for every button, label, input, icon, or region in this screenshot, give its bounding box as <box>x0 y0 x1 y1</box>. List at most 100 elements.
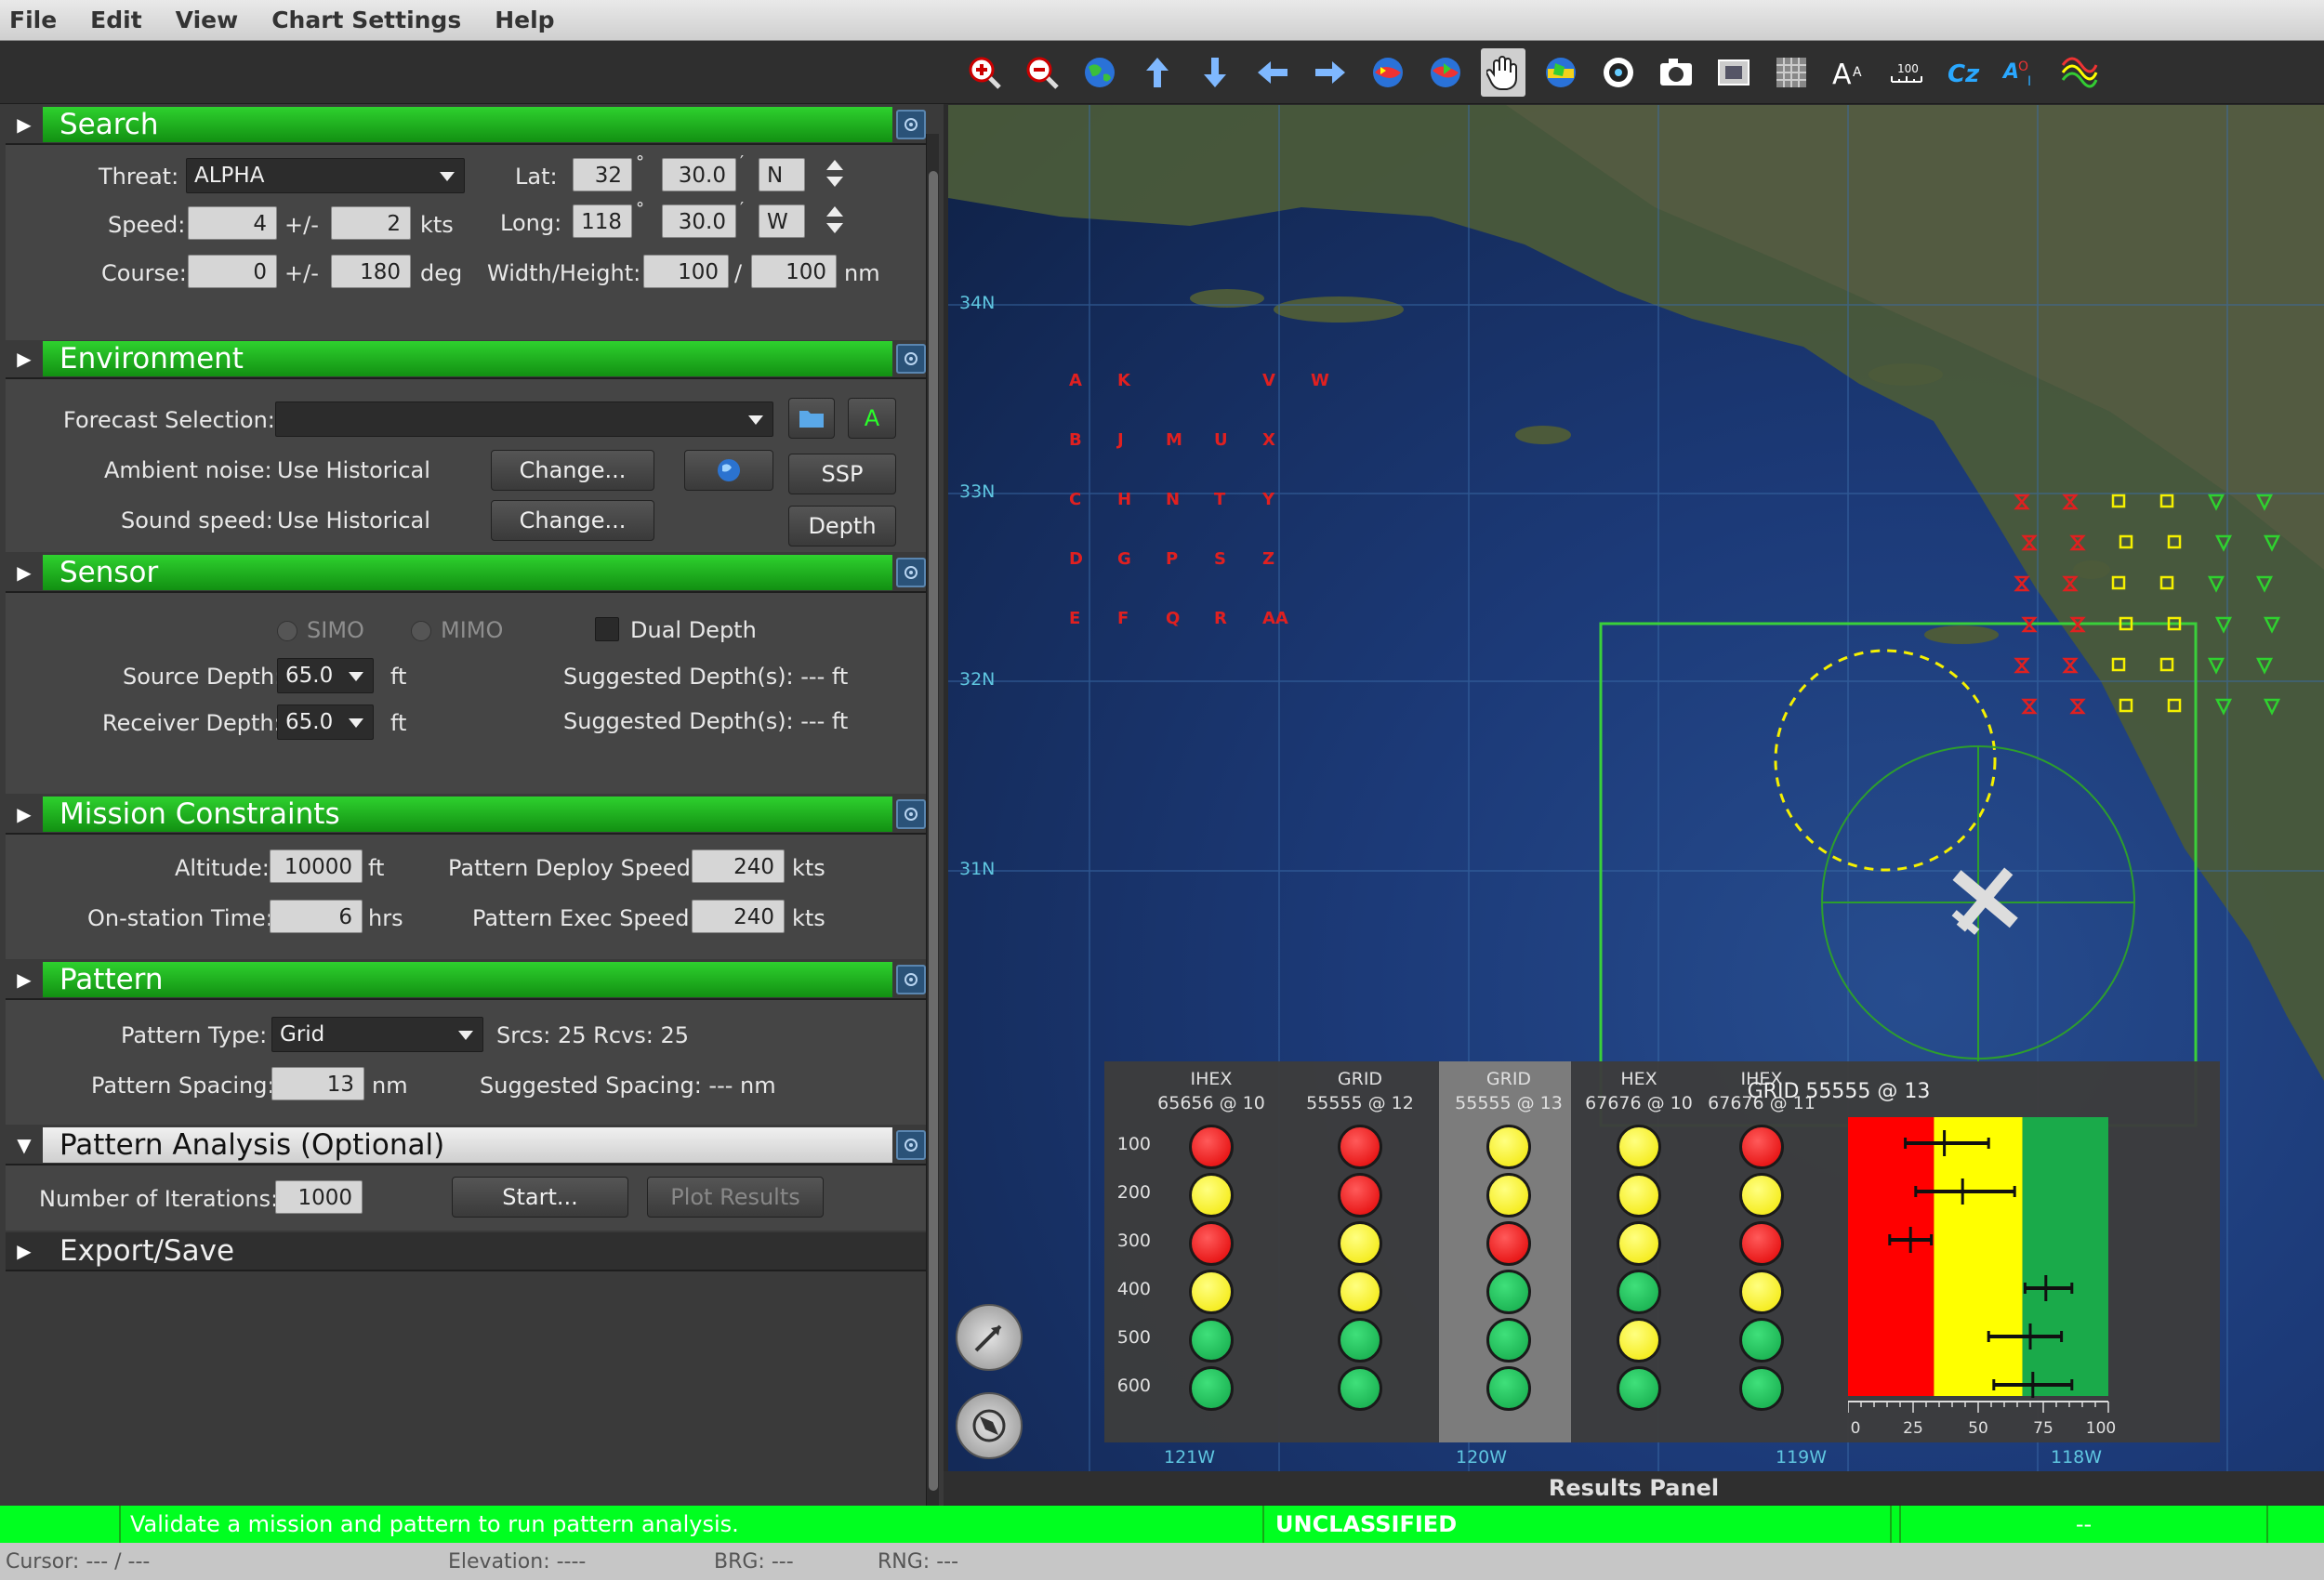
result-indicator-green[interactable] <box>1486 1318 1531 1363</box>
result-indicator-green[interactable] <box>1739 1366 1784 1411</box>
collapse-arrow-icon[interactable]: ▶ <box>6 795 43 834</box>
result-indicator-yellow[interactable] <box>1189 1270 1234 1314</box>
result-indicator-yellow[interactable] <box>1189 1173 1234 1218</box>
export-save-section-header[interactable]: ▶ Export/Save <box>6 1232 926 1271</box>
earth-data-button[interactable] <box>684 450 773 491</box>
measure-tool-button[interactable] <box>956 1304 1023 1371</box>
ambient-change-button[interactable]: Change... <box>491 450 654 491</box>
result-indicator-yellow[interactable] <box>1617 1173 1661 1218</box>
altitude-input[interactable]: 10000 <box>270 849 363 883</box>
aoi-icon[interactable]: AOI <box>2000 48 2044 97</box>
depth-button[interactable]: Depth <box>788 506 896 546</box>
menu-chart-settings[interactable]: Chart Settings <box>268 5 465 35</box>
lat-hemisphere[interactable]: N <box>759 158 805 191</box>
sound-change-button[interactable]: Change... <box>491 500 654 541</box>
result-indicator-green[interactable] <box>1617 1366 1661 1411</box>
settings-icon[interactable] <box>896 110 926 139</box>
menu-help[interactable]: Help <box>491 5 558 35</box>
settings-icon[interactable] <box>896 558 926 587</box>
collapse-arrow-icon[interactable]: ▶ <box>6 1231 43 1271</box>
folder-open-button[interactable] <box>788 398 835 439</box>
long-hemisphere[interactable]: W <box>759 204 805 238</box>
screenshot-icon[interactable] <box>1711 48 1756 97</box>
speed-tolerance-input[interactable]: 2 <box>331 206 411 240</box>
result-column-header[interactable]: GRID 55555 @ 13 <box>1439 1067 1578 1115</box>
collapse-arrow-icon[interactable]: ▶ <box>6 339 43 378</box>
ssp-button[interactable]: SSP <box>788 454 896 494</box>
scrollbar-thumb[interactable] <box>929 171 938 1491</box>
compass-button[interactable] <box>956 1392 1023 1459</box>
iterations-input[interactable]: 1000 <box>275 1180 363 1214</box>
result-indicator-green[interactable] <box>1189 1318 1234 1363</box>
dual-depth-checkbox[interactable] <box>595 617 619 641</box>
left-panel-scrollbar[interactable] <box>926 134 939 1528</box>
receiver-depth-dropdown[interactable]: 65.0 <box>277 704 374 740</box>
menu-edit[interactable]: Edit <box>86 5 146 35</box>
zoom-in-icon[interactable] <box>962 48 1007 97</box>
bathymetry-icon[interactable] <box>2057 48 2102 97</box>
result-indicator-green[interactable] <box>1189 1366 1234 1411</box>
speed-input[interactable]: 4 <box>188 206 277 240</box>
scale-100-icon[interactable]: 100 <box>1884 48 1929 97</box>
arrow-up-icon[interactable] <box>1135 48 1180 97</box>
camera-record-icon[interactable] <box>1596 48 1641 97</box>
result-column-header[interactable]: GRID 55555 @ 12 <box>1290 1067 1430 1115</box>
globe-icon[interactable] <box>1077 48 1122 97</box>
pattern-analysis-section-header[interactable]: ▼ Pattern Analysis (Optional) <box>6 1126 926 1165</box>
menu-view[interactable]: View <box>172 5 243 35</box>
simo-radio[interactable] <box>277 621 297 641</box>
arrow-left-icon[interactable] <box>1250 48 1295 97</box>
settings-icon[interactable] <box>896 799 926 829</box>
result-indicator-yellow[interactable] <box>1338 1270 1382 1314</box>
long-hemisphere-spinner[interactable] <box>822 203 848 238</box>
result-indicator-yellow[interactable] <box>1739 1173 1784 1218</box>
long-min-input[interactable]: 30.0 <box>662 204 736 238</box>
result-indicator-green[interactable] <box>1338 1366 1382 1411</box>
long-deg-input[interactable]: 118 <box>573 204 632 238</box>
cz-icon[interactable]: Cz <box>1942 48 1987 97</box>
result-indicator-yellow[interactable] <box>1617 1221 1661 1266</box>
a-button[interactable]: A <box>848 398 896 439</box>
lat-hemisphere-spinner[interactable] <box>822 156 848 191</box>
settings-icon[interactable] <box>896 1130 926 1160</box>
start-analysis-button[interactable]: Start... <box>452 1177 628 1218</box>
source-depth-dropdown[interactable]: 65.0 <box>277 658 374 693</box>
map-layers-alt-icon[interactable] <box>1423 48 1468 97</box>
result-indicator-green[interactable] <box>1486 1270 1531 1314</box>
course-input[interactable]: 0 <box>188 255 277 288</box>
lat-min-input[interactable]: 30.0 <box>662 158 736 191</box>
font-size-icon[interactable]: AA <box>1827 48 1871 97</box>
deploy-speed-input[interactable]: 240 <box>692 849 785 883</box>
result-indicator-yellow[interactable] <box>1617 1125 1661 1169</box>
lat-deg-input[interactable]: 32 <box>573 158 632 191</box>
pattern-spacing-input[interactable]: 13 <box>271 1067 364 1100</box>
result-indicator-green[interactable] <box>1739 1318 1784 1363</box>
arrow-right-icon[interactable] <box>1308 48 1353 97</box>
result-indicator-red[interactable] <box>1338 1173 1382 1218</box>
onstation-time-input[interactable]: 6 <box>270 900 363 933</box>
result-indicator-red[interactable] <box>1739 1221 1784 1266</box>
camera-icon[interactable] <box>1654 48 1698 97</box>
threat-dropdown[interactable]: ALPHA <box>186 158 465 193</box>
grid-icon[interactable] <box>1769 48 1814 97</box>
settings-icon[interactable] <box>896 965 926 994</box>
collapse-arrow-icon[interactable]: ▶ <box>6 960 43 999</box>
pattern-section-header[interactable]: ▶ Pattern <box>6 961 926 1000</box>
course-tolerance-input[interactable]: 180 <box>331 255 411 288</box>
exec-speed-input[interactable]: 240 <box>692 900 785 933</box>
result-column-header[interactable]: IHEX 65656 @ 10 <box>1142 1067 1281 1115</box>
menu-file[interactable]: File <box>6 5 60 35</box>
height-input[interactable]: 100 <box>751 255 837 288</box>
settings-icon[interactable] <box>896 344 926 374</box>
result-indicator-red[interactable] <box>1739 1125 1784 1169</box>
result-indicator-green[interactable] <box>1617 1270 1661 1314</box>
result-indicator-yellow[interactable] <box>1739 1270 1784 1314</box>
mission-constraints-section-header[interactable]: ▶ Mission Constraints <box>6 796 926 835</box>
result-indicator-yellow[interactable] <box>1486 1173 1531 1218</box>
globe-color-icon[interactable] <box>1538 48 1583 97</box>
collapse-arrow-icon[interactable]: ▶ <box>6 553 43 592</box>
sensor-section-header[interactable]: ▶ Sensor <box>6 554 926 593</box>
environment-section-header[interactable]: ▶ Environment <box>6 340 926 379</box>
pan-hand-icon[interactable] <box>1481 47 1525 97</box>
result-indicator-green[interactable] <box>1486 1366 1531 1411</box>
